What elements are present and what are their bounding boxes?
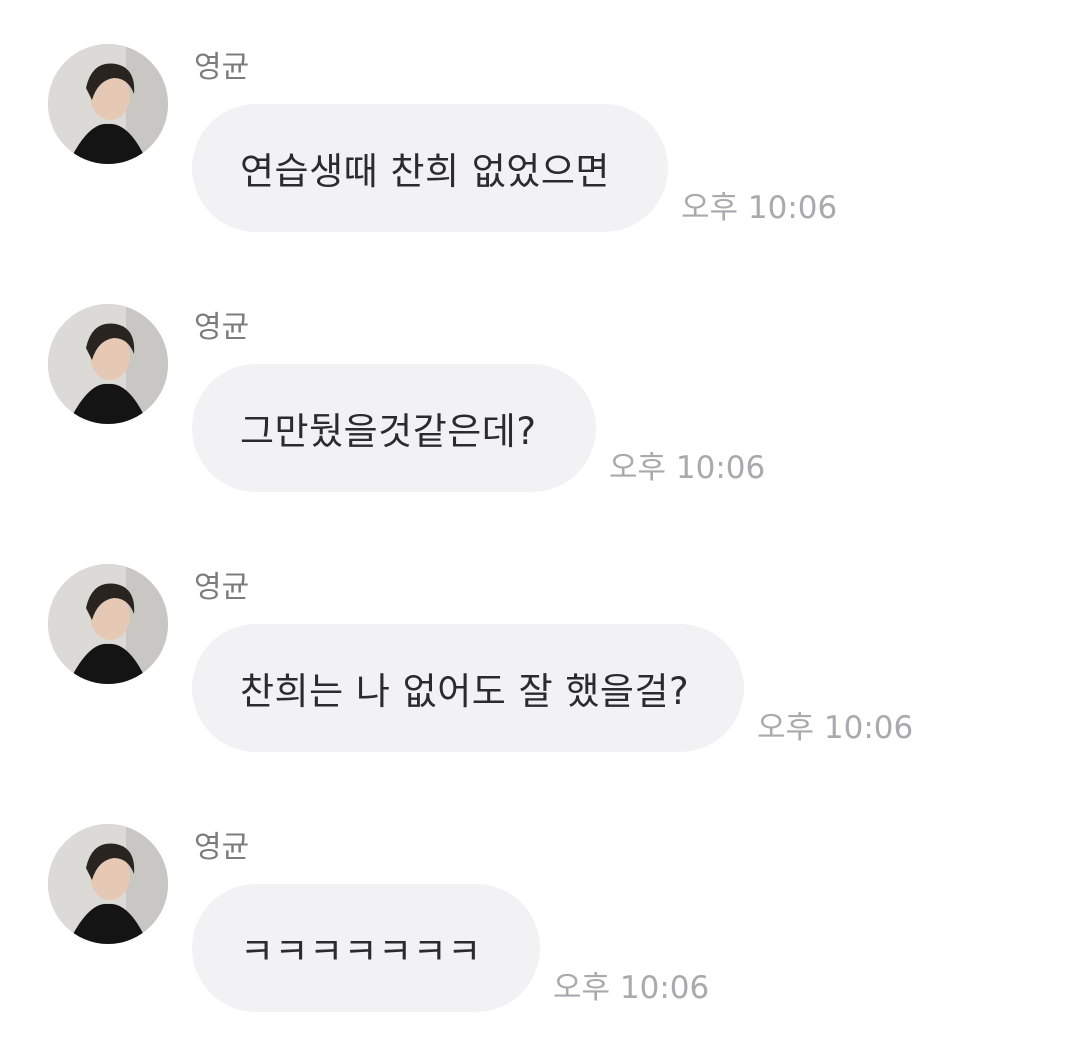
message-bubble[interactable]: 찬희는 나 없어도 잘 했을걸?: [192, 624, 744, 752]
message-text: 찬희는 나 없어도 잘 했을걸?: [240, 670, 690, 713]
avatar[interactable]: [48, 44, 168, 164]
message-row: 영균 그만뒀을것같은데? 오후 10:06: [0, 260, 1079, 492]
message-bubble[interactable]: 연습생때 찬희 없었으면: [192, 104, 668, 232]
avatar-photo-icon: [48, 564, 168, 684]
sender-name: 영균: [194, 50, 250, 85]
sender-name: 영균: [194, 310, 250, 345]
message-text: 연습생때 찬희 없었으면: [240, 150, 610, 193]
message-row: 영균 ㅋㅋㅋㅋㅋㅋㅋ 오후 10:06: [0, 780, 1079, 1012]
avatar[interactable]: [48, 304, 168, 424]
avatar-photo-icon: [48, 44, 168, 164]
message-bubble[interactable]: ㅋㅋㅋㅋㅋㅋㅋ: [192, 884, 540, 1012]
message-row: 영균 찬희는 나 없어도 잘 했을걸? 오후 10:06: [0, 520, 1079, 752]
avatar[interactable]: [48, 564, 168, 684]
message-row: 영균 연습생때 찬희 없었으면 오후 10:06: [0, 0, 1079, 232]
avatar-photo-icon: [48, 824, 168, 944]
message-time: 오후 10:06: [757, 710, 914, 746]
message-text: 그만뒀을것같은데?: [240, 410, 537, 453]
message-time: 오후 10:06: [553, 970, 710, 1006]
avatar[interactable]: [48, 824, 168, 944]
sender-name: 영균: [194, 570, 250, 605]
message-time: 오후 10:06: [609, 450, 766, 486]
sender-name: 영균: [194, 830, 250, 865]
message-time: 오후 10:06: [681, 190, 838, 226]
message-bubble[interactable]: 그만뒀을것같은데?: [192, 364, 596, 492]
avatar-photo-icon: [48, 304, 168, 424]
message-text: ㅋㅋㅋㅋㅋㅋㅋ: [240, 930, 482, 973]
